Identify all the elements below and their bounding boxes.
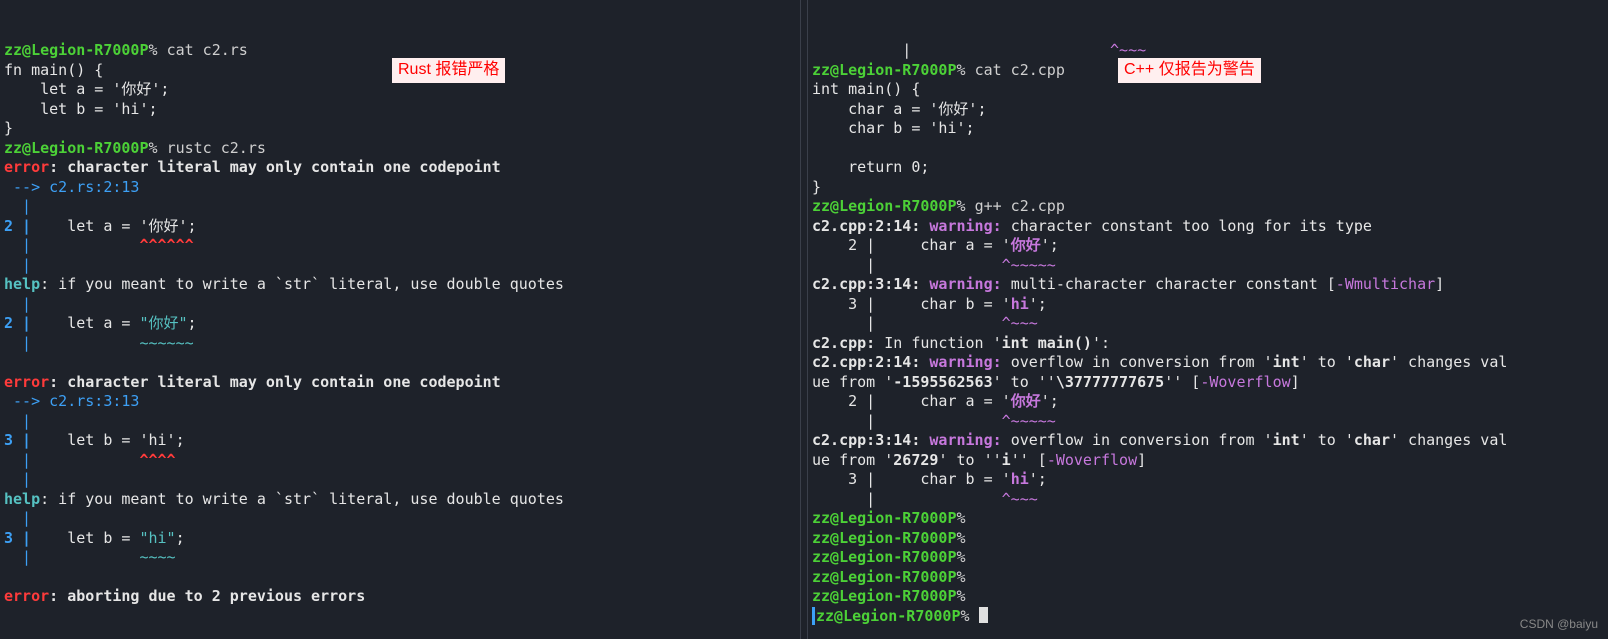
cpp-src-1: char a = '你好'; (812, 100, 987, 118)
prompt-empty: zz@Legion-R7000P (812, 568, 957, 586)
right-terminal-pane[interactable]: C++ 仅报告为警告 | ^~~~ zz@Legion-R7000P% cat … (808, 0, 1608, 639)
cmd-gpp: g++ c2.cpp (975, 197, 1065, 215)
prompt-user: zz@Legion-R7000P (4, 139, 149, 157)
error-1-msg: : character literal may only contain one… (49, 158, 501, 176)
w1-loc: c2.cpp:2:14: (812, 217, 929, 235)
error-label: error (4, 587, 49, 605)
error-2-arrow: --> c2.rs:3:13 (4, 392, 139, 410)
rust-src-0: fn main() { (4, 61, 103, 79)
gutter: | (4, 295, 31, 313)
w3-gutter: | (812, 412, 1002, 430)
w4-loc: c2.cpp:3:14: (812, 431, 929, 449)
fix-2-tilde: ~~~~ (31, 548, 176, 566)
gutter-line: 3 | (4, 431, 31, 449)
help-label: help (4, 490, 40, 508)
prompt-active: zz@Legion-R7000P (816, 607, 961, 625)
gutter-line: 3 | (4, 529, 31, 547)
error-1-caret: ^^^^^^ (31, 236, 194, 254)
gutter-line: 2 | (4, 314, 31, 332)
cpp-src-5: } (812, 178, 821, 196)
error-2-msg: : character literal may only contain one… (49, 373, 501, 391)
gutter: | (4, 548, 31, 566)
rust-annotation-label: Rust 报错严格 (392, 58, 505, 83)
watermark: CSDN @baiyu (1520, 617, 1598, 633)
cpp-src-4: return 0; (812, 158, 929, 176)
warning-label: warning: (929, 275, 1010, 293)
help-label: help (4, 275, 40, 293)
w4-caret: ^~~~ (1002, 490, 1038, 508)
prompt-sep: % (149, 41, 167, 59)
prompt-user: zz@Legion-R7000P (812, 61, 957, 79)
prompt-empty: zz@Legion-R7000P (812, 509, 957, 527)
rust-src-3: } (4, 119, 13, 137)
cursor-icon (979, 607, 988, 623)
rust-src-2: let b = 'hi'; (4, 100, 158, 118)
gutter: | (4, 334, 31, 352)
w4-gutter: | (812, 490, 1002, 508)
help-2-msg: : if you meant to write a `str` literal,… (40, 490, 564, 508)
w3-code: 2 | char a = ' (812, 392, 1011, 410)
w2-flag: -Wmultichar (1336, 275, 1435, 293)
warning-label: warning: (929, 431, 1010, 449)
overflow-caret: ^~~~ (1110, 41, 1146, 59)
w4-line2: ue from ' (812, 451, 893, 469)
error-1-arrow: --> c2.rs:2:13 (4, 178, 139, 196)
prompt-user: zz@Legion-R7000P (4, 41, 149, 59)
abort-msg: : aborting due to 2 previous errors (49, 587, 365, 605)
gutter: | (4, 509, 31, 527)
w2-gutter: | (812, 314, 1002, 332)
warning-label: warning: (929, 217, 1010, 235)
gutter: | (4, 197, 31, 215)
w2-msg: multi-character character constant [ (1011, 275, 1336, 293)
fix-1-tilde: ~~~~~~ (31, 334, 194, 352)
gutter: | (4, 451, 31, 469)
overflow-gutter: | (812, 41, 1110, 59)
fix-2-code: let b = (31, 529, 139, 547)
cmd-cat: cat c2.rs (167, 41, 248, 59)
prompt-empty: zz@Legion-R7000P (812, 587, 957, 605)
error-1-code: let a = '你好'; (31, 217, 196, 235)
cpp-src-0: int main() { (812, 80, 920, 98)
error-label: error (4, 158, 49, 176)
w2-caret: ^~~~ (1002, 314, 1038, 332)
gutter: | (4, 412, 31, 430)
split-divider[interactable] (800, 0, 808, 639)
prompt-empty: zz@Legion-R7000P (812, 529, 957, 547)
gutter: | (4, 256, 31, 274)
gutter: | (4, 236, 31, 254)
w2-loc: c2.cpp:3:14: (812, 275, 929, 293)
prompt-user: zz@Legion-R7000P (812, 197, 957, 215)
cpp-src-2: char b = 'hi'; (812, 119, 975, 137)
cpp-annotation-label: C++ 仅报告为警告 (1118, 58, 1261, 83)
w1-gutter: | (812, 256, 1002, 274)
w1-code: 2 | char a = ' (812, 236, 1011, 254)
w3-line2: ue from ' (812, 373, 893, 391)
prompt-empty: zz@Legion-R7000P (812, 548, 957, 566)
w3-loc: c2.cpp:2:14: (812, 353, 929, 371)
left-terminal-pane[interactable]: Rust 报错严格 zz@Legion-R7000P% cat c2.rs fn… (0, 0, 800, 639)
gutter-line: 2 | (4, 217, 31, 235)
fix-1-code: let a = (31, 314, 139, 332)
w2-code: 3 | char b = ' (812, 295, 1011, 313)
w1-caret: ^~~~~~ (1002, 256, 1056, 274)
w4-code: 3 | char b = ' (812, 470, 1011, 488)
error-2-caret: ^^^^ (31, 451, 176, 469)
error-label: error (4, 373, 49, 391)
help-1-msg: : if you meant to write a `str` literal,… (40, 275, 564, 293)
w1-msg: character constant too long for its type (1011, 217, 1372, 235)
rust-src-1: let a = '你好'; (4, 80, 169, 98)
gutter: | (4, 470, 31, 488)
w3-caret: ^~~~~~ (1002, 412, 1056, 430)
cmd-cat-cpp: cat c2.cpp (975, 61, 1065, 79)
error-2-code: let b = 'hi'; (31, 431, 185, 449)
in-fn-a: c2.cpp: (812, 334, 875, 352)
warning-label: warning: (929, 353, 1010, 371)
cmd-rustc: rustc c2.rs (167, 139, 266, 157)
